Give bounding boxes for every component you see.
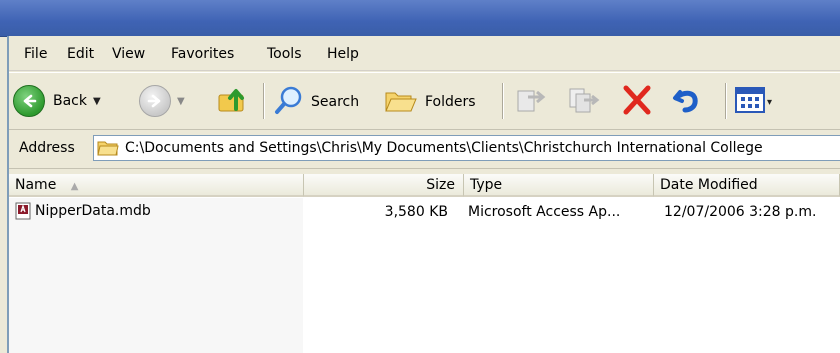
menu-help[interactable]: Help bbox=[327, 46, 359, 62]
address-path: C:\Documents and Settings\Chris\My Docum… bbox=[125, 140, 763, 156]
back-history-dropdown-icon[interactable]: ▼ bbox=[93, 96, 101, 107]
column-header-name[interactable]: Name ▲ bbox=[9, 174, 304, 197]
copy-to-icon bbox=[566, 85, 600, 119]
address-input[interactable]: C:\Documents and Settings\Chris\My Docum… bbox=[93, 135, 840, 161]
search-button[interactable]: Search bbox=[273, 85, 359, 119]
file-date-modified: 12/07/2006 3:28 p.m. bbox=[664, 204, 817, 220]
folder-icon bbox=[97, 139, 119, 157]
sorted-column-shade bbox=[9, 198, 303, 353]
back-button[interactable]: Back ▼ bbox=[13, 85, 101, 117]
menu-bar: File Edit View Favorites Tools Help bbox=[9, 36, 840, 71]
search-icon bbox=[273, 85, 305, 119]
column-header-type-label: Type bbox=[470, 177, 503, 193]
toolbar-separator bbox=[263, 83, 264, 119]
menu-view[interactable]: View bbox=[112, 46, 145, 62]
toolbar-separator bbox=[725, 83, 726, 119]
sort-ascending-icon: ▲ bbox=[70, 181, 79, 192]
column-header-name-label: Name bbox=[15, 177, 57, 193]
column-headers: Name ▲ Size Type Date Modified bbox=[9, 174, 840, 198]
menu-favorites[interactable]: Favorites bbox=[171, 46, 234, 62]
delete-x-icon bbox=[621, 85, 653, 119]
delete-button[interactable] bbox=[621, 85, 653, 119]
folders-label: Folders bbox=[425, 94, 476, 110]
menu-edit[interactable]: Edit bbox=[67, 46, 94, 62]
column-header-date-modified[interactable]: Date Modified bbox=[654, 174, 840, 197]
views-grid-icon bbox=[735, 87, 765, 117]
file-type: Microsoft Access Ap... bbox=[468, 204, 621, 220]
file-name: NipperData.mdb bbox=[35, 203, 151, 219]
views-button[interactable]: ▾ bbox=[735, 87, 772, 117]
window-title-bar[interactable] bbox=[0, 0, 840, 37]
search-label: Search bbox=[311, 94, 360, 110]
menu-file[interactable]: File bbox=[24, 46, 47, 62]
back-label: Back bbox=[53, 93, 87, 109]
toolbar-separator bbox=[502, 83, 503, 119]
file-name-cell[interactable]: NipperData.mdb bbox=[15, 202, 151, 220]
menu-tools[interactable]: Tools bbox=[267, 46, 302, 62]
column-header-type[interactable]: Type bbox=[464, 174, 654, 197]
copy-to-button[interactable] bbox=[566, 85, 600, 119]
standard-toolbar: Back ▼ ▼ Search Folders ▾ bbox=[9, 72, 840, 130]
file-list-view[interactable]: Name ▲ Size Type Date Modified NipperDat… bbox=[9, 174, 840, 353]
forward-button[interactable]: ▼ bbox=[139, 85, 185, 117]
column-header-size[interactable]: Size bbox=[304, 174, 464, 197]
forward-arrow-icon bbox=[139, 85, 171, 117]
forward-history-dropdown-icon[interactable]: ▼ bbox=[177, 96, 185, 107]
folders-button[interactable]: Folders bbox=[383, 85, 476, 119]
column-header-date-label: Date Modified bbox=[660, 177, 758, 193]
views-dropdown-icon: ▾ bbox=[767, 96, 773, 108]
address-bar: Address C:\Documents and Settings\Chris\… bbox=[9, 130, 840, 169]
file-size: 3,580 KB bbox=[384, 204, 448, 220]
move-to-icon bbox=[514, 85, 548, 119]
access-db-icon bbox=[15, 202, 33, 220]
up-folder-button[interactable] bbox=[217, 85, 249, 119]
move-to-button[interactable] bbox=[514, 85, 548, 119]
address-label: Address bbox=[19, 140, 75, 156]
undo-button[interactable] bbox=[671, 85, 703, 119]
up-folder-icon bbox=[217, 85, 249, 119]
folders-icon bbox=[383, 85, 419, 119]
column-header-size-label: Size bbox=[426, 177, 455, 193]
back-arrow-icon bbox=[13, 85, 45, 117]
undo-icon bbox=[671, 85, 703, 119]
